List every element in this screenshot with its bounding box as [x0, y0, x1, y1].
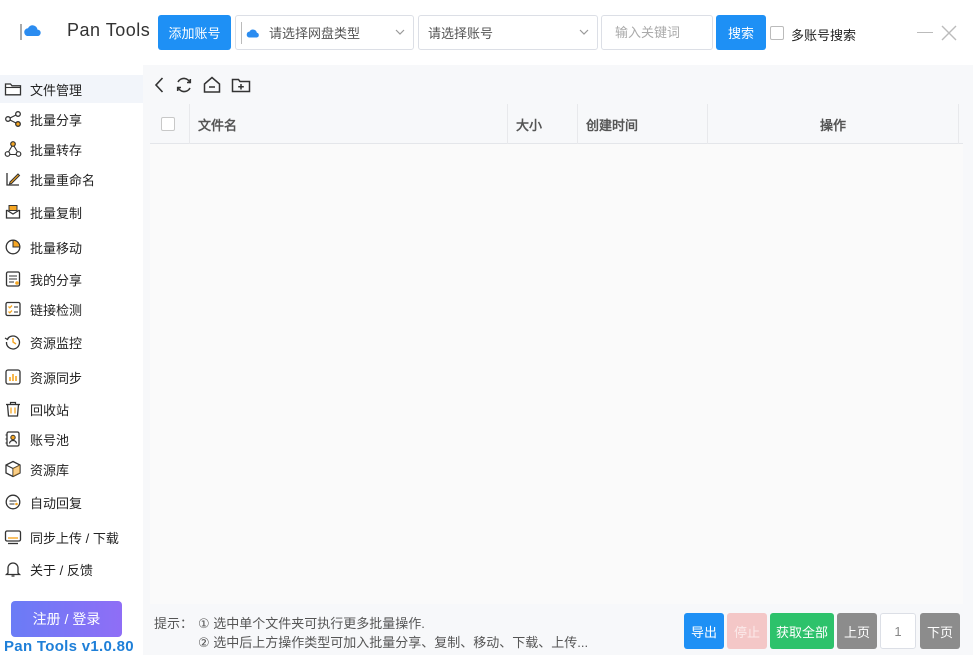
chevron-down-icon [395, 29, 405, 35]
prev-page-button[interactable]: 上页 [837, 613, 877, 649]
sync-icon [5, 369, 21, 385]
column-header-filename[interactable]: 文件名 [190, 104, 508, 144]
share-icon [5, 111, 21, 127]
minimize-button[interactable] [917, 32, 933, 33]
sidebar-item-label: 资源库 [30, 462, 70, 478]
search-input[interactable] [601, 15, 713, 50]
sidebar-item-label: 批量转存 [30, 142, 83, 158]
sidebar-item-batch-rename[interactable]: 批量重命名 [0, 165, 143, 193]
sidebar-item-batch-move[interactable]: 批量移动 [0, 233, 143, 261]
sidebar-item-recycle-bin[interactable]: 回收站 [0, 395, 143, 423]
table-body [150, 144, 963, 604]
sidebar-item-label: 资源监控 [30, 335, 83, 351]
sidebar-item-resource-sync[interactable]: 资源同步 [0, 363, 143, 391]
select-all-cell [150, 104, 190, 144]
sidebar-item-label: 账号池 [30, 432, 70, 448]
transfer-icon [4, 141, 22, 157]
disk-type-value: 请选择网盘类型 [269, 26, 361, 41]
sidebar-item-auto-reply[interactable]: 自动回复 [0, 488, 143, 516]
sidebar-item-label: 批量重命名 [30, 172, 96, 188]
sidebar-item-batch-transfer[interactable]: 批量转存 [0, 135, 143, 163]
sidebar-item-resource-monitor[interactable]: 资源监控 [0, 328, 143, 356]
sidebar-item-label: 回收站 [30, 402, 70, 418]
refresh-icon[interactable] [174, 75, 194, 95]
sidebar-item-label: 我的分享 [30, 272, 83, 288]
sidebar-item-link-check[interactable]: 链接检测 [0, 295, 143, 323]
sidebar-item-my-share[interactable]: 我的分享 [0, 265, 143, 293]
column-header-actions: 操作 [708, 104, 959, 144]
sidebar-item-label: 批量复制 [30, 205, 83, 221]
copy-icon [5, 205, 21, 219]
sidebar-item-account-pool[interactable]: 账号池 [0, 425, 143, 453]
sidebar-item-label: 自动回复 [30, 495, 83, 511]
account-select[interactable]: 请选择账号 [418, 15, 598, 50]
register-login-button[interactable]: 注册 / 登录 [11, 601, 122, 637]
tips-label: 提示： [154, 616, 194, 631]
sidebar-item-batch-share[interactable]: 批量分享 [0, 105, 143, 133]
account-pool-icon [5, 431, 20, 447]
column-header-created-time[interactable]: 创建时间 [578, 104, 708, 144]
rename-icon [6, 173, 21, 186]
account-select-value: 请选择账号 [428, 26, 494, 41]
main-panel: 文件名 大小 创建时间 操作 提示： ① 选中单个文件夹可执行更多批量操作. ②… [143, 65, 973, 655]
new-folder-icon[interactable] [231, 75, 251, 95]
back-icon[interactable] [150, 75, 170, 95]
page-number-input[interactable]: 1 [880, 613, 916, 649]
app-version: Pan Tools v1.0.80 [4, 638, 134, 655]
table-header: 文件名 大小 创建时间 操作 [150, 104, 963, 144]
sidebar-item-about-feedback[interactable]: 关于 / 反馈 [0, 555, 143, 583]
app-logo-icon [20, 24, 41, 40]
chevron-down-icon [579, 29, 589, 35]
app-title: Pan Tools [67, 20, 151, 40]
top-bar: Pan Tools 添加账号 请选择网盘类型 请选择账号 搜索 多账号搜索 [0, 0, 973, 65]
sidebar-item-label: 同步上传 / 下载 [30, 530, 119, 546]
sidebar-item-file-management[interactable]: 文件管理 [0, 75, 143, 103]
library-icon [5, 460, 21, 478]
file-table: 文件名 大小 创建时间 操作 [150, 104, 963, 604]
monitor-icon [4, 335, 21, 350]
sidebar-item-label: 链接检测 [30, 302, 83, 318]
sidebar-item-label: 批量移动 [30, 240, 83, 256]
multi-account-search-label: 多账号搜索 [791, 28, 857, 43]
close-icon[interactable] [940, 24, 958, 42]
select-divider [241, 22, 242, 44]
sidebar-item-sync-upload-download[interactable]: 同步上传 / 下载 [0, 523, 143, 551]
next-page-button[interactable]: 下页 [920, 613, 960, 649]
multi-account-search-checkbox[interactable] [770, 26, 784, 40]
sidebar: 文件管理 批量分享 批量转存 批量重命名 批量复制 批量移动 我的分享 链接检测… [0, 65, 143, 655]
cloud-icon [246, 29, 259, 38]
move-icon [5, 239, 21, 255]
bell-icon [4, 562, 22, 577]
sidebar-item-label: 文件管理 [30, 82, 83, 98]
column-header-size[interactable]: 大小 [508, 104, 578, 144]
folder-icon [4, 83, 22, 96]
search-button[interactable]: 搜索 [716, 15, 766, 50]
sidebar-item-resource-library[interactable]: 资源库 [0, 455, 143, 483]
sidebar-item-label: 关于 / 反馈 [30, 562, 93, 578]
add-account-button[interactable]: 添加账号 [158, 15, 231, 50]
sidebar-item-batch-copy[interactable]: 批量复制 [0, 198, 143, 226]
upload-download-icon [4, 530, 22, 545]
select-all-checkbox[interactable] [161, 117, 175, 131]
sidebar-item-label: 批量分享 [30, 112, 83, 128]
link-check-icon [5, 301, 21, 317]
export-button[interactable]: 导出 [684, 613, 724, 649]
fetch-all-button[interactable]: 获取全部 [770, 613, 834, 649]
disk-type-select[interactable]: 请选择网盘类型 [235, 15, 414, 50]
sidebar-item-label: 资源同步 [30, 370, 83, 386]
tip-line-2: ② 选中后上方操作类型可加入批量分享、复制、移动、下载、上传... [198, 635, 589, 650]
tip-line-1: ① 选中单个文件夹可执行更多批量操作. [198, 616, 425, 631]
stop-button[interactable]: 停止 [727, 613, 767, 649]
auto-reply-icon [5, 494, 21, 510]
trash-icon [6, 401, 20, 417]
home-icon[interactable] [202, 75, 222, 95]
my-share-icon [5, 271, 21, 287]
